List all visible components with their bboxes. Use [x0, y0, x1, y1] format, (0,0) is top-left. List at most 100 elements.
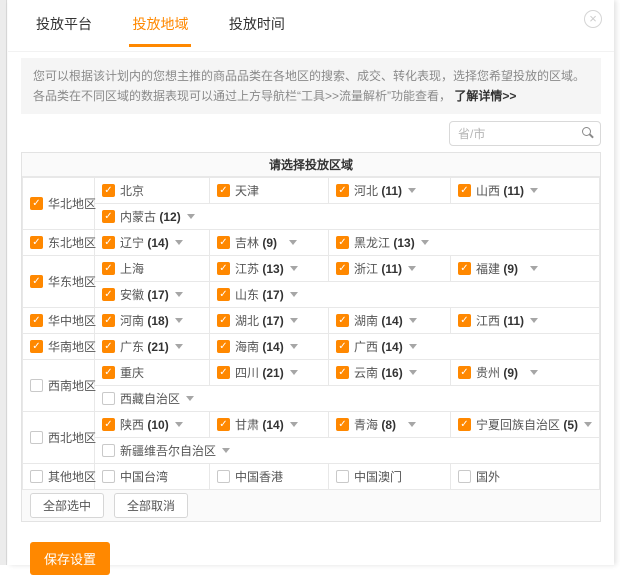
caret-down-icon[interactable]: [421, 240, 429, 245]
province-checkbox[interactable]: [217, 184, 230, 197]
province-checkbox[interactable]: [217, 418, 230, 431]
province-checkbox[interactable]: [102, 314, 115, 327]
tab-time[interactable]: 投放时间: [226, 14, 288, 44]
caret-down-icon[interactable]: [530, 370, 538, 375]
province-checkbox[interactable]: [217, 262, 230, 275]
province-cell: 上海: [95, 256, 210, 282]
caret-down-icon[interactable]: [175, 422, 183, 427]
region-label: 华南地区: [48, 338, 96, 355]
caret-down-icon[interactable]: [290, 370, 298, 375]
notice-box: 您可以根据该计划内的您想主推的商品品类在各地区的搜索、成交、转化表现，选择您希望…: [21, 58, 601, 114]
province-checkbox[interactable]: [217, 366, 230, 379]
caret-down-icon[interactable]: [175, 318, 183, 323]
tab-region[interactable]: 投放地域: [129, 14, 191, 47]
province-checkbox[interactable]: [336, 418, 349, 431]
caret-down-icon[interactable]: [187, 214, 195, 219]
close-icon[interactable]: [584, 10, 602, 28]
province-checkbox[interactable]: [102, 236, 115, 249]
province-count: (17): [262, 288, 283, 302]
region-checkbox[interactable]: [30, 236, 43, 249]
caret-down-icon[interactable]: [408, 422, 416, 427]
region-row: 华南地区广东 (21)海南 (14)广西 (14): [23, 334, 600, 360]
province-checkbox[interactable]: [458, 418, 471, 431]
province-checkbox[interactable]: [336, 262, 349, 275]
caret-down-icon[interactable]: [409, 344, 417, 349]
province-label: 内蒙古 (12): [120, 208, 181, 225]
caret-down-icon[interactable]: [584, 422, 592, 427]
caret-down-icon[interactable]: [290, 344, 298, 349]
province-count: (14): [147, 236, 168, 250]
caret-down-icon[interactable]: [409, 370, 417, 375]
caret-down-icon[interactable]: [175, 292, 183, 297]
region-checkbox[interactable]: [30, 470, 43, 483]
province-label: 河北 (11): [354, 182, 402, 199]
dialog-content: 您可以根据该计划内的您想主推的商品品类在各地区的搜索、成交、转化表现，选择您希望…: [8, 52, 614, 575]
save-settings-button[interactable]: 保存设置: [30, 542, 110, 575]
province-checkbox[interactable]: [102, 392, 115, 405]
caret-down-icon[interactable]: [290, 318, 298, 323]
province-cell: 海南 (14): [210, 334, 329, 360]
region-checkbox[interactable]: [30, 379, 43, 392]
province-count: (16): [381, 366, 402, 380]
province-label: 重庆: [120, 364, 168, 381]
caret-down-icon[interactable]: [530, 266, 538, 271]
province-checkbox[interactable]: [217, 236, 230, 249]
province-checkbox[interactable]: [217, 288, 230, 301]
province-label: 中国香港: [235, 468, 283, 485]
province-checkbox[interactable]: [458, 366, 471, 379]
province-checkbox[interactable]: [458, 184, 471, 197]
province-checkbox[interactable]: [336, 314, 349, 327]
caret-down-icon[interactable]: [409, 318, 417, 323]
province-checkbox[interactable]: [217, 314, 230, 327]
province-checkbox[interactable]: [336, 236, 349, 249]
province-cell: 中国香港: [210, 464, 329, 490]
region-checkbox[interactable]: [30, 340, 43, 353]
caret-down-icon[interactable]: [175, 240, 183, 245]
province-checkbox[interactable]: [458, 314, 471, 327]
search-input[interactable]: [449, 121, 601, 146]
details-link[interactable]: 了解详情>>: [454, 89, 516, 103]
province-checkbox[interactable]: [336, 340, 349, 353]
region-checkbox[interactable]: [30, 431, 43, 444]
caret-down-icon[interactable]: [289, 240, 297, 245]
province-checkbox[interactable]: [217, 470, 230, 483]
cancel-all-button[interactable]: 全部取消: [114, 493, 188, 518]
province-checkbox[interactable]: [336, 366, 349, 379]
province-label: 山东 (17): [235, 286, 284, 303]
region-label: 西南地区: [48, 377, 96, 394]
tab-platform[interactable]: 投放平台: [33, 14, 95, 44]
caret-down-icon[interactable]: [290, 292, 298, 297]
province-label: 西藏自治区: [120, 390, 180, 407]
region-row: 西藏自治区: [23, 386, 600, 412]
province-label: 江苏 (13): [235, 260, 284, 277]
select-all-button[interactable]: 全部选中: [30, 493, 104, 518]
caret-down-icon[interactable]: [186, 396, 194, 401]
caret-down-icon[interactable]: [530, 188, 538, 193]
caret-down-icon[interactable]: [222, 448, 230, 453]
province-count: (11): [503, 314, 524, 328]
caret-down-icon[interactable]: [175, 344, 183, 349]
province-checkbox[interactable]: [458, 470, 471, 483]
province-checkbox[interactable]: [102, 184, 115, 197]
province-checkbox[interactable]: [102, 288, 115, 301]
province-checkbox[interactable]: [336, 470, 349, 483]
caret-down-icon[interactable]: [408, 266, 416, 271]
caret-down-icon[interactable]: [530, 318, 538, 323]
province-checkbox[interactable]: [102, 366, 115, 379]
province-checkbox[interactable]: [102, 262, 115, 275]
province-checkbox[interactable]: [102, 444, 115, 457]
caret-down-icon[interactable]: [290, 422, 298, 427]
province-checkbox[interactable]: [102, 418, 115, 431]
province-checkbox[interactable]: [102, 340, 115, 353]
region-row: 华北地区北京天津河北 (11)山西 (11): [23, 178, 600, 204]
province-checkbox[interactable]: [102, 470, 115, 483]
caret-down-icon[interactable]: [408, 188, 416, 193]
province-checkbox[interactable]: [102, 210, 115, 223]
region-checkbox[interactable]: [30, 314, 43, 327]
province-checkbox[interactable]: [217, 340, 230, 353]
province-checkbox[interactable]: [336, 184, 349, 197]
region-checkbox[interactable]: [30, 275, 43, 288]
region-checkbox[interactable]: [30, 197, 43, 210]
province-checkbox[interactable]: [458, 262, 471, 275]
caret-down-icon[interactable]: [290, 266, 298, 271]
